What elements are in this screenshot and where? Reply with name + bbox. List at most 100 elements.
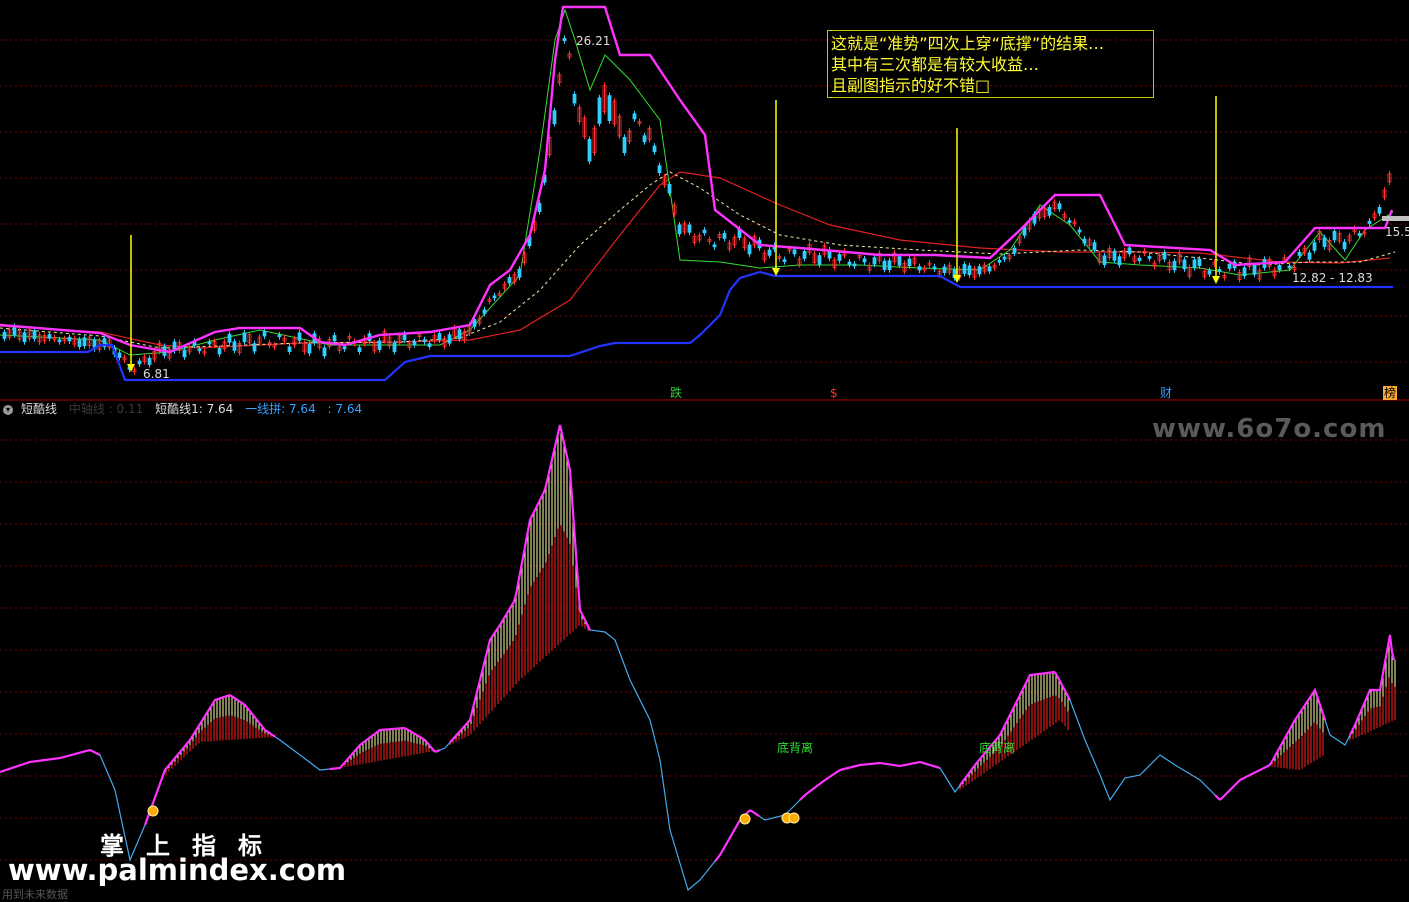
legend-item: : 7.64 xyxy=(327,402,363,416)
candle xyxy=(22,332,27,343)
candle xyxy=(642,135,647,143)
sub-highlight-line xyxy=(143,694,276,826)
candle xyxy=(1377,207,1382,214)
candle xyxy=(537,202,542,212)
candle xyxy=(1182,259,1187,270)
down-arrow-head xyxy=(1212,276,1220,284)
candle xyxy=(262,331,267,337)
divergence-label: 底背离 xyxy=(979,741,1016,755)
candle xyxy=(677,224,682,235)
candle xyxy=(1207,270,1212,275)
candle xyxy=(307,343,312,354)
buy-signal-dot xyxy=(739,813,751,825)
candle xyxy=(1192,259,1197,269)
candle xyxy=(987,266,992,272)
candle xyxy=(652,145,657,153)
annotation-line: 且副图指示的好不错□ xyxy=(831,76,991,95)
last-price-marker xyxy=(1382,216,1409,221)
annotation-box: 这就是“准势”四次上穿“底撑”的结果… 其中有三次都是有较大收益… 且副图指示的… xyxy=(827,30,1154,98)
candle xyxy=(967,265,972,276)
sub-indicator-line xyxy=(0,424,1394,892)
candle xyxy=(232,341,237,351)
candle xyxy=(182,349,187,358)
candle xyxy=(1357,233,1362,236)
candle xyxy=(427,343,432,348)
candle xyxy=(882,260,887,270)
candle xyxy=(437,333,442,341)
candle xyxy=(422,339,427,343)
buy-signal-dot xyxy=(788,812,800,824)
candle xyxy=(457,329,462,340)
candle xyxy=(572,93,577,104)
candle xyxy=(2,331,7,339)
candle xyxy=(782,259,787,263)
stock-chart-canvas[interactable] xyxy=(0,0,1409,899)
candle xyxy=(1342,241,1347,250)
signal-label-cai: 财 xyxy=(1160,386,1173,400)
candle xyxy=(1057,203,1062,210)
candle xyxy=(322,347,327,357)
candle xyxy=(962,264,967,274)
lower-band-line xyxy=(0,270,1393,382)
right-price-label: 15.5 xyxy=(1385,225,1409,239)
candle xyxy=(702,229,707,234)
signal-label-bang: 榜 xyxy=(1383,386,1398,400)
legend-item: 中轴线 : 0.11 xyxy=(68,402,144,416)
candle xyxy=(1002,256,1007,260)
candle xyxy=(837,254,842,261)
candle xyxy=(1092,242,1097,251)
candle xyxy=(802,251,807,259)
candle xyxy=(1102,255,1107,265)
candle xyxy=(687,224,692,233)
brand-watermark-url: www.palmindex.com xyxy=(8,853,347,887)
price-low-label: 6.81 xyxy=(143,367,170,381)
candle xyxy=(1012,247,1017,254)
candle xyxy=(147,357,152,365)
candle xyxy=(342,346,347,350)
candle xyxy=(1287,265,1292,269)
indicator-name[interactable]: 短酷线 xyxy=(21,402,57,416)
main-price-panel[interactable] xyxy=(0,5,1409,382)
sub-indicator-panel[interactable] xyxy=(0,424,1396,892)
candle xyxy=(792,249,797,255)
candle xyxy=(1227,263,1232,269)
candle xyxy=(1077,229,1082,233)
candle xyxy=(747,244,752,255)
candle xyxy=(1217,269,1222,272)
candle xyxy=(767,249,772,256)
divergence-label: 底背离 xyxy=(777,741,814,755)
range-label: 12.82 - 12.83 xyxy=(1292,271,1373,285)
candle xyxy=(932,266,937,270)
candle xyxy=(57,339,62,343)
buy-signal-dot xyxy=(147,805,159,817)
candle xyxy=(817,255,822,265)
collapse-icon[interactable]: ▾ xyxy=(3,404,13,415)
candle xyxy=(1127,247,1132,255)
candle xyxy=(492,295,497,299)
footer-note: 用到未来数据 xyxy=(2,888,68,901)
candle xyxy=(597,97,602,124)
candle xyxy=(1297,251,1302,256)
candle xyxy=(1322,237,1327,248)
candle xyxy=(117,352,122,358)
signal-label-dollar: $ xyxy=(830,386,838,400)
candle xyxy=(1067,220,1072,223)
candle xyxy=(332,335,337,342)
candle xyxy=(482,309,487,314)
candle xyxy=(872,257,877,265)
upper-band-line xyxy=(0,5,1394,354)
candle xyxy=(1047,207,1052,216)
candle xyxy=(1147,256,1152,259)
candle xyxy=(412,341,417,345)
candle xyxy=(287,346,292,352)
candle xyxy=(377,340,382,350)
candle xyxy=(897,256,902,266)
candle xyxy=(1312,242,1317,251)
price-high-label: 26.21 xyxy=(576,34,611,48)
candle xyxy=(607,95,612,121)
candle xyxy=(562,38,567,42)
candle xyxy=(622,136,627,154)
candle xyxy=(1252,264,1257,275)
candle xyxy=(1117,256,1122,266)
candle xyxy=(852,263,857,267)
